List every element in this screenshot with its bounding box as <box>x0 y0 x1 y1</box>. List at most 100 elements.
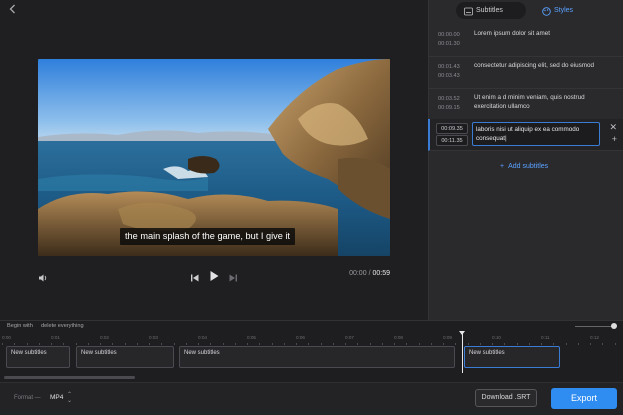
chevron-updown-icon[interactable]: ⌃ ⌄ <box>67 392 72 404</box>
ruler-tick-label: 0:10 <box>492 335 501 340</box>
ruler-tick-label: 0:06 <box>296 335 305 340</box>
ruler-tick <box>2 343 3 345</box>
subtitle-text-input[interactable]: laboris nisi ut aliquip ex ea commodo co… <box>472 122 600 146</box>
ruler-tick <box>590 343 591 345</box>
ruler-tick <box>247 343 248 345</box>
ruler-tick <box>26 343 28 345</box>
timeline-clip[interactable]: New subtitles <box>179 346 455 368</box>
total-time: 00:59 <box>372 270 390 277</box>
subtitle-end-time[interactable]: 00:03.43 <box>438 72 460 80</box>
ruler-tick <box>394 343 395 345</box>
ruler-tick-label: 0:03 <box>149 335 158 340</box>
ruler-tick <box>467 343 469 345</box>
ruler-tick <box>124 343 126 345</box>
subtitle-editor: the main splash of the game, but I give … <box>0 0 623 415</box>
skip-back-icon[interactable] <box>190 270 200 288</box>
subtitle-text[interactable]: Lorem ipsum dolor sit amet <box>474 29 596 38</box>
zoom-slider-handle[interactable] <box>611 323 617 329</box>
time-readout: 00:00 / 00:59 <box>349 270 390 277</box>
ruler-tick <box>222 343 224 345</box>
ruler-tick <box>185 343 187 345</box>
subtitle-end-input[interactable]: 00:11.35 <box>436 135 468 146</box>
tab-styles[interactable]: Styles <box>534 2 594 19</box>
tab-styles-label: Styles <box>554 7 574 14</box>
ruler-tick <box>161 343 163 345</box>
subtitle-end-time[interactable]: 00:09.15 <box>438 104 460 112</box>
tab-subtitles[interactable]: Subtitles <box>456 2 526 19</box>
video-frame[interactable] <box>38 59 390 256</box>
ruler-tick <box>51 343 52 345</box>
ruler-tick <box>418 343 420 345</box>
ruler-tick <box>332 343 334 345</box>
add-subtitles-button[interactable]: + Add subtitles <box>500 163 552 170</box>
timeline-clip-selected[interactable]: New subtitles <box>464 346 560 368</box>
arrow-left-icon[interactable] <box>6 2 20 16</box>
ruler-tick-label: 0:01 <box>51 335 60 340</box>
ruler-tick <box>198 343 199 345</box>
palette-icon <box>542 6 551 16</box>
ruler-tick <box>283 343 285 345</box>
ruler-tick <box>504 343 506 345</box>
subtitle-row[interactable]: 00:00.00 00:01.30 Lorem ipsum dolor sit … <box>428 26 623 57</box>
subtitle-row[interactable]: 00:03.52 00:09.15 Ut enim a d minim veni… <box>428 90 623 121</box>
timeline-scrollbar[interactable] <box>4 376 135 379</box>
subtitle-row-active[interactable]: 00:09.35 00:11.35 laboris nisi ut aliqui… <box>428 119 623 151</box>
volume-icon[interactable] <box>38 270 48 288</box>
subtitle-end-time[interactable]: 00:01.30 <box>438 40 460 48</box>
ruler-tick <box>271 343 273 345</box>
format-select[interactable]: MP4 <box>50 394 63 401</box>
plus-icon[interactable]: + <box>612 135 617 144</box>
ruler-tick <box>100 343 101 345</box>
ruler-tick <box>614 343 616 345</box>
timeline-clip[interactable]: New subtitles <box>76 346 174 368</box>
subtitle-text[interactable]: consectetur adipiscing elit, sed do eius… <box>474 61 596 70</box>
ruler-tick <box>75 343 77 345</box>
ruler-tick <box>541 343 542 345</box>
play-icon[interactable] <box>208 269 220 287</box>
download-srt-button[interactable]: Download .SRT <box>475 389 537 407</box>
ruler-tick-label: 0:00 <box>2 335 11 340</box>
ruler-tick-label: 0:04 <box>198 335 207 340</box>
subtitle-text[interactable]: Ut enim a d minim veniam, quis nostrud e… <box>474 93 596 111</box>
ruler-tick <box>63 343 65 345</box>
ruler-tick <box>149 343 150 345</box>
zoom-slider-track[interactable] <box>575 326 615 327</box>
ruler-tick <box>112 343 114 345</box>
skip-forward-icon[interactable] <box>228 270 238 288</box>
ruler-tick <box>320 343 322 345</box>
playhead[interactable] <box>462 333 463 373</box>
subtitle-start-time[interactable]: 00:01.43 <box>438 63 460 71</box>
ruler-tick <box>345 343 346 345</box>
add-subtitles-label: Add subtitles <box>508 163 549 170</box>
close-icon[interactable]: ✕ <box>609 123 617 132</box>
ruler-tick <box>210 343 212 345</box>
subtitles-icon <box>464 6 473 16</box>
ruler-tick <box>381 343 383 345</box>
ruler-tick-label: 0:12 <box>590 335 599 340</box>
ruler-tick-label: 0:11 <box>541 335 550 340</box>
begin-with-label[interactable]: Begin with <box>7 323 33 329</box>
subtitle-start-time[interactable]: 00:00.00 <box>438 31 460 39</box>
ruler-tick-label: 0:05 <box>247 335 256 340</box>
ruler-tick <box>406 343 408 345</box>
subtitle-row[interactable]: 00:01.43 00:03.43 consectetur adipiscing… <box>428 58 623 89</box>
delete-everything-button[interactable]: delete everything <box>41 323 84 329</box>
ruler-tick <box>492 343 493 345</box>
subtitle-start-input[interactable]: 00:09.35 <box>436 123 468 134</box>
panel-tabs: Subtitles Styles <box>456 2 592 19</box>
player-controls: 00:00 / 00:59 <box>38 268 390 284</box>
ruler-tick <box>455 343 457 345</box>
ruler-tick <box>443 343 444 345</box>
subtitle-start-time[interactable]: 00:03.52 <box>438 95 460 103</box>
ruler-tick <box>602 343 604 345</box>
export-button[interactable]: Export <box>551 388 617 409</box>
ruler-tick <box>430 343 432 345</box>
subtitle-caption-overlay: the main splash of the game, but I give … <box>120 228 295 245</box>
timeline-ruler[interactable]: 0:00 0:01 0:02 0:03 0:04 0:05 0:06 0:07 0:08 0:09… <box>0 335 623 345</box>
timeline-clip[interactable]: New subtitles <box>6 346 70 368</box>
ruler-tick <box>565 343 567 345</box>
ruler-tick <box>577 343 579 345</box>
ruler-tick <box>173 343 175 345</box>
ruler-tick <box>259 343 261 345</box>
timeline-toolbar: Begin with delete everything <box>0 321 623 333</box>
